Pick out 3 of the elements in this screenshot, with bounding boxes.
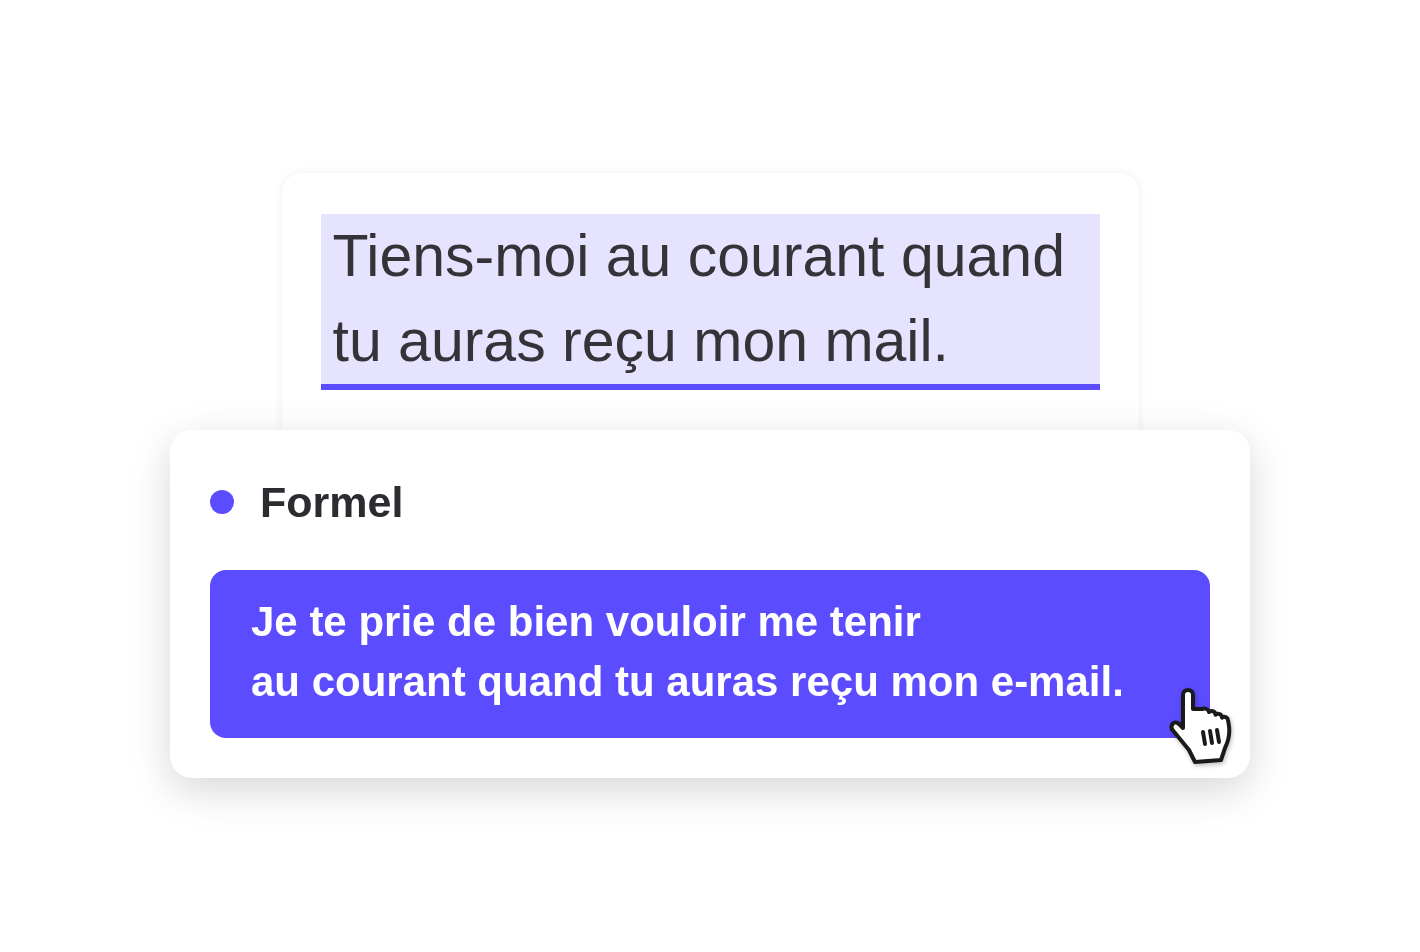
highlighted-text: Tiens-moi au courant quand tu auras reçu mon mail. — [320, 214, 1100, 390]
suggestion-button[interactable]: Je te prie de bien vouloir me tenir au courant quand tu auras reçu mon e-mail. — [210, 570, 1210, 738]
tone-label: Formel — [260, 477, 404, 527]
